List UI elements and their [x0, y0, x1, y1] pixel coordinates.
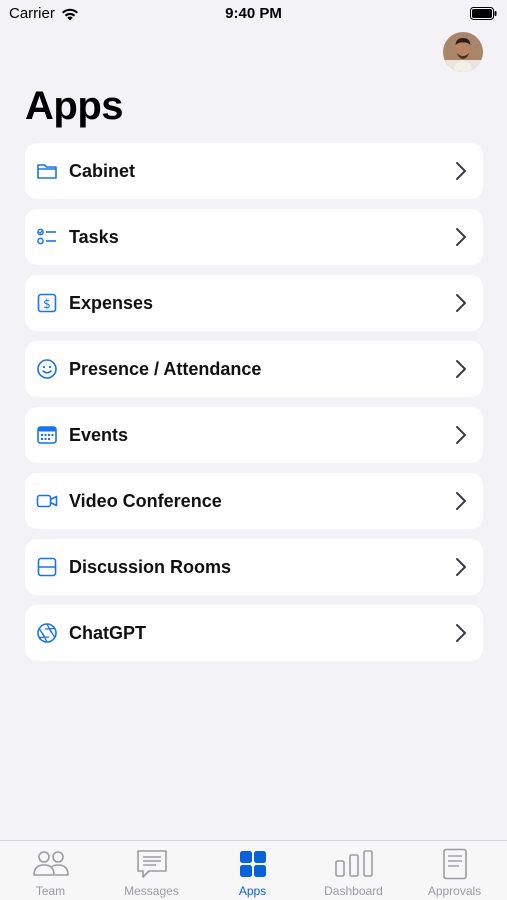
tab-label: Dashboard: [324, 884, 383, 898]
dollar-icon: $: [37, 293, 57, 313]
chevron-right-icon: [456, 492, 466, 510]
tab-label: Apps: [238, 884, 267, 898]
page-title: Apps: [25, 84, 124, 128]
tab-apps[interactable]: Apps: [202, 841, 303, 900]
people-icon: [32, 851, 69, 876]
clock: 9:40 PM: [225, 5, 282, 22]
tab-messages[interactable]: Messages: [101, 841, 202, 900]
app-label: Cabinet: [69, 161, 136, 181]
checklist-icon: [37, 228, 56, 245]
app-item-video-conference[interactable]: Video Conference: [25, 473, 483, 529]
chevron-right-icon: [456, 426, 466, 444]
app-label: Discussion Rooms: [69, 557, 232, 577]
avatar-image: [443, 32, 483, 72]
app-item-cabinet[interactable]: Cabinet: [25, 143, 483, 199]
chevron-right-icon: [456, 228, 466, 246]
calendar-icon: [37, 426, 57, 444]
app-item-presence-attendance[interactable]: Presence / Attendance: [25, 341, 483, 397]
user-avatar[interactable]: [443, 32, 483, 72]
status-bar: Carrier 9:40 PM: [0, 0, 507, 28]
app-item-events[interactable]: Events: [25, 407, 483, 463]
document-icon: [442, 848, 467, 880]
app-label: ChatGPT: [69, 623, 147, 643]
chevron-right-icon: [456, 360, 466, 378]
app-label: Video Conference: [69, 491, 222, 511]
video-icon: [36, 494, 58, 508]
folder-icon: [37, 164, 57, 179]
chevron-right-icon: [456, 558, 466, 576]
svg-text:$: $: [43, 297, 51, 311]
tab-label: Team: [35, 884, 66, 898]
chevron-right-icon: [456, 162, 466, 180]
tab-team[interactable]: Team: [0, 841, 101, 900]
smiley-icon: [37, 359, 57, 379]
chevron-right-icon: [456, 624, 466, 642]
app-item-expenses[interactable]: $ Expenses: [25, 275, 483, 331]
bar-chart-icon: [334, 850, 373, 877]
app-label: Events: [69, 425, 129, 445]
tab-approvals[interactable]: Approvals: [404, 841, 505, 900]
chat-icon: [136, 850, 167, 878]
chevron-right-icon: [456, 294, 466, 312]
apps-screen: Carrier 9:40 PM Apps Cabinet Tasks $ Exp…: [0, 0, 507, 900]
app-label: Tasks: [69, 227, 119, 247]
app-item-discussion-rooms[interactable]: Discussion Rooms: [25, 539, 483, 595]
tab-dashboard[interactable]: Dashboard: [303, 841, 404, 900]
tab-label: Approvals: [427, 884, 482, 898]
grid-icon: [239, 851, 266, 877]
rooms-icon: [37, 557, 57, 577]
tab-bar: Team Messages Apps Dashboard Approvals: [0, 840, 507, 900]
app-item-chatgpt[interactable]: ChatGPT: [25, 605, 483, 661]
aperture-icon: [37, 623, 57, 643]
tab-label: Messages: [124, 884, 179, 898]
app-item-tasks[interactable]: Tasks: [25, 209, 483, 265]
apps-list: Cabinet Tasks $ Expenses Presence / Atte…: [25, 143, 483, 671]
app-label: Expenses: [69, 293, 154, 313]
app-label: Presence / Attendance: [69, 359, 262, 379]
battery-icon: [470, 7, 497, 20]
